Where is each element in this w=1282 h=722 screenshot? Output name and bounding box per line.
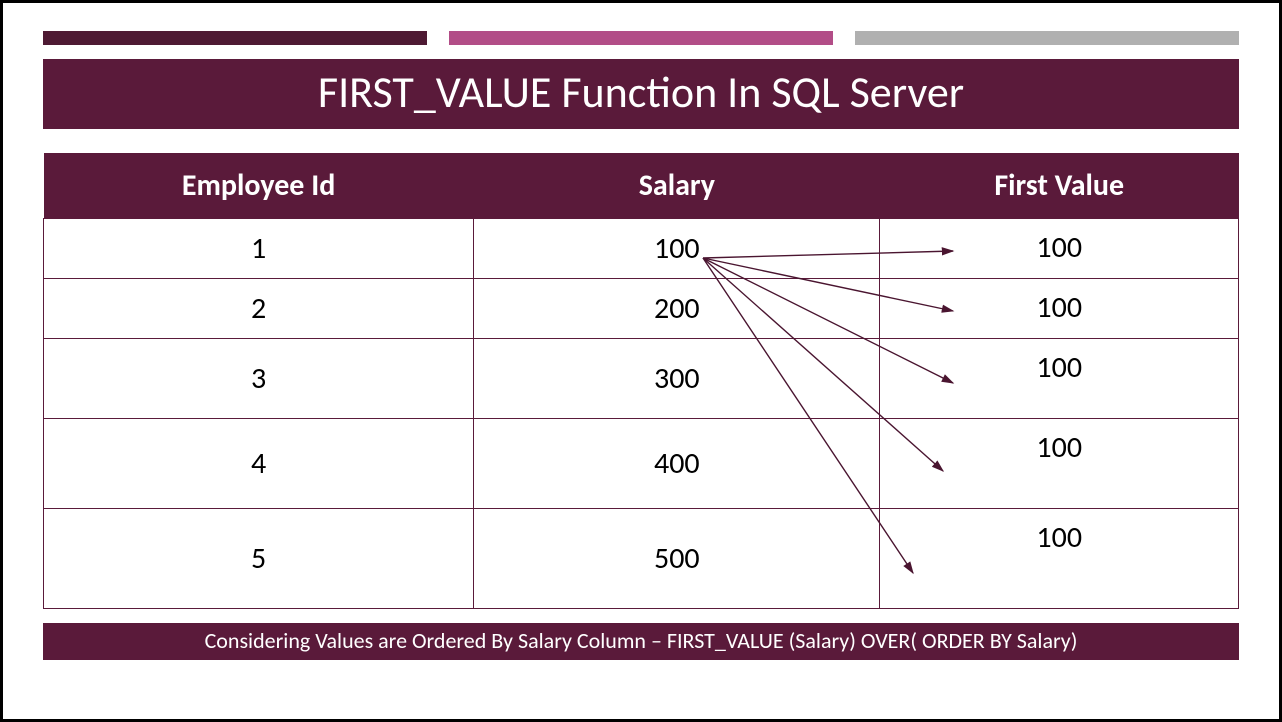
table-row: 4 400 100 [44,419,1239,509]
cell-salary: 100 [474,219,880,279]
accent-bar-row [43,31,1239,45]
table-header-row: Employee Id Salary First Value [44,153,1239,219]
accent-bar-dark [43,31,427,45]
cell-first-value: 100 [880,339,1239,419]
table-row: 2 200 100 [44,279,1239,339]
header-employee-id: Employee Id [44,153,474,219]
table-row: 1 100 100 [44,219,1239,279]
table-row: 3 300 100 [44,339,1239,419]
cell-salary: 300 [474,339,880,419]
accent-bar-pink [449,31,833,45]
cell-employee-id: 5 [44,509,474,609]
table-wrapper: Employee Id Salary First Value 1 100 100… [43,153,1239,609]
cell-salary: 500 [474,509,880,609]
cell-first-value: 100 [880,279,1239,339]
header-salary: Salary [474,153,880,219]
footer-note: Considering Values are Ordered By Salary… [43,623,1239,660]
cell-first-value: 100 [880,509,1239,609]
slide-title: FIRST_VALUE Function In SQL Server [43,59,1239,129]
cell-salary: 400 [474,419,880,509]
cell-employee-id: 3 [44,339,474,419]
header-first-value: First Value [880,153,1239,219]
accent-bar-gray [855,31,1239,45]
first-value-table: Employee Id Salary First Value 1 100 100… [43,153,1239,609]
cell-employee-id: 4 [44,419,474,509]
cell-salary: 200 [474,279,880,339]
table-row: 5 500 100 [44,509,1239,609]
cell-first-value: 100 [880,219,1239,279]
cell-first-value: 100 [880,419,1239,509]
cell-employee-id: 1 [44,219,474,279]
cell-employee-id: 2 [44,279,474,339]
